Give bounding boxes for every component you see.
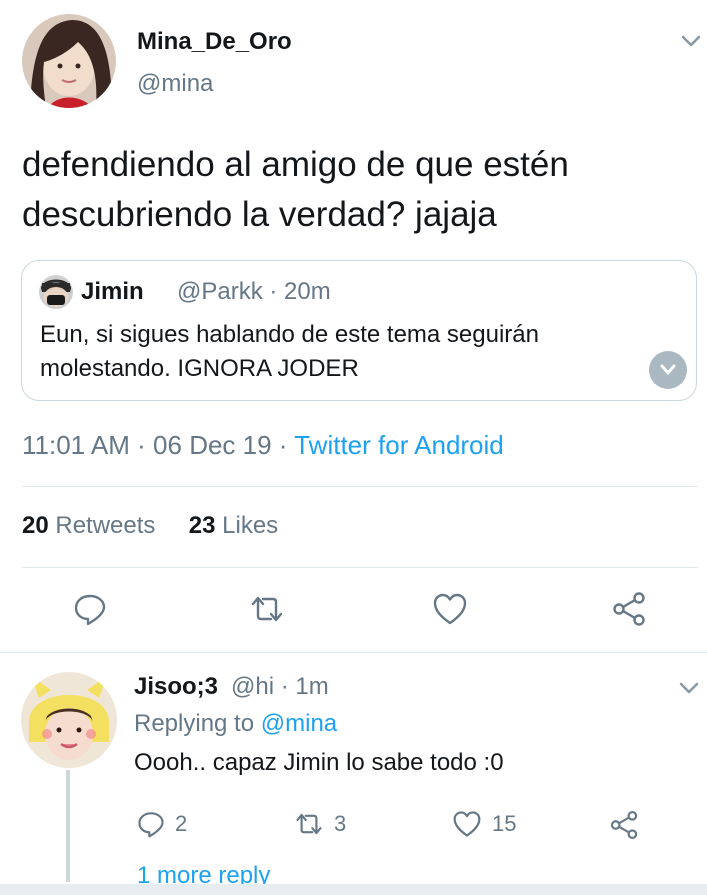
reply-icon xyxy=(74,594,106,626)
divider xyxy=(22,567,698,568)
reply-separator: · xyxy=(274,673,296,700)
tweet-meta: 11:01 AM · 06 Dec 19 · Twitter for Andro… xyxy=(22,430,504,461)
reply-like-count: 15 xyxy=(492,811,517,836)
bottom-separator xyxy=(0,884,707,895)
divider xyxy=(22,486,698,487)
retweet-icon xyxy=(251,596,283,622)
share-icon xyxy=(613,592,645,626)
thread-line xyxy=(66,770,70,882)
quote-author-handle: @Parkk xyxy=(177,278,263,305)
quote-meta: @Parkk · 20m xyxy=(177,278,331,306)
tweet-source-link[interactable]: Twitter for Android xyxy=(294,430,504,460)
reply-reply-count: 2 xyxy=(175,811,188,836)
retweets-count: 20 xyxy=(22,512,49,539)
tweet-date: 06 Dec 19 xyxy=(153,430,272,460)
reply-time: 1m xyxy=(295,673,329,700)
like-icon xyxy=(453,811,481,837)
reply-retweet-button[interactable]: 3 xyxy=(294,810,346,838)
retweets-label: Retweets xyxy=(55,512,156,539)
author-name[interactable]: Mina_De_Oro xyxy=(137,28,292,56)
quoted-tweet[interactable]: Jimin @Parkk · 20m Eun, si sigues hablan… xyxy=(21,260,697,401)
reply-author-name[interactable]: Jisoo;3 xyxy=(134,673,218,701)
reply-button[interactable] xyxy=(70,589,110,629)
likes-stat[interactable]: 23 Likes xyxy=(189,512,278,539)
reply-author-avatar[interactable] xyxy=(21,672,117,768)
quote-time: 20m xyxy=(284,278,331,305)
tweet-text: defendiendo al amigo de que estén descub… xyxy=(22,145,569,234)
reply-reply-button[interactable]: 2 xyxy=(137,810,187,838)
expand-button[interactable] xyxy=(649,351,687,389)
replying-to: Replying to @mina xyxy=(134,710,337,738)
chevron-down-icon[interactable] xyxy=(679,29,703,53)
share-button[interactable] xyxy=(609,589,649,629)
likes-count: 23 xyxy=(188,512,216,539)
replying-prefix: Replying to xyxy=(134,710,261,737)
reply-author-handle[interactable]: @hi xyxy=(231,673,274,700)
reply-text: Oooh.. capaz Jimin lo sabe todo :0 xyxy=(134,749,504,776)
author-handle[interactable]: @mina xyxy=(137,70,213,98)
reply-retweet-count: 3 xyxy=(334,811,347,836)
retweets-stat[interactable]: 20 Retweets xyxy=(22,512,155,539)
share-icon xyxy=(610,811,638,839)
quote-text: Eun, si sigues hablando de este tema seg… xyxy=(40,321,539,382)
likes-label: Likes xyxy=(222,512,279,539)
tweet-meta-sep: · xyxy=(271,430,295,460)
reply-meta: @hi · 1m xyxy=(231,673,329,701)
caret-down-icon xyxy=(660,364,676,375)
engagement-stats: 20 Retweets 23 Likes xyxy=(22,512,278,540)
like-button[interactable] xyxy=(430,589,470,629)
tweet-meta-sep: · xyxy=(129,430,154,460)
replying-to-link[interactable]: @mina xyxy=(261,710,337,737)
reply-like-button[interactable]: 15 xyxy=(452,810,516,838)
quote-avatar xyxy=(39,275,73,309)
reply-share-button[interactable] xyxy=(609,810,639,840)
retweet-icon xyxy=(296,813,322,835)
quote-separator: · xyxy=(262,278,285,305)
like-icon xyxy=(433,593,467,625)
retweet-button[interactable] xyxy=(247,589,287,629)
section-divider xyxy=(0,652,707,653)
quote-author-name: Jimin xyxy=(81,278,144,305)
tweet-time: 11:01 AM xyxy=(22,430,130,460)
reply-chevron-down-icon[interactable] xyxy=(677,676,701,700)
author-avatar[interactable] xyxy=(22,14,116,108)
reply-icon xyxy=(138,812,164,838)
